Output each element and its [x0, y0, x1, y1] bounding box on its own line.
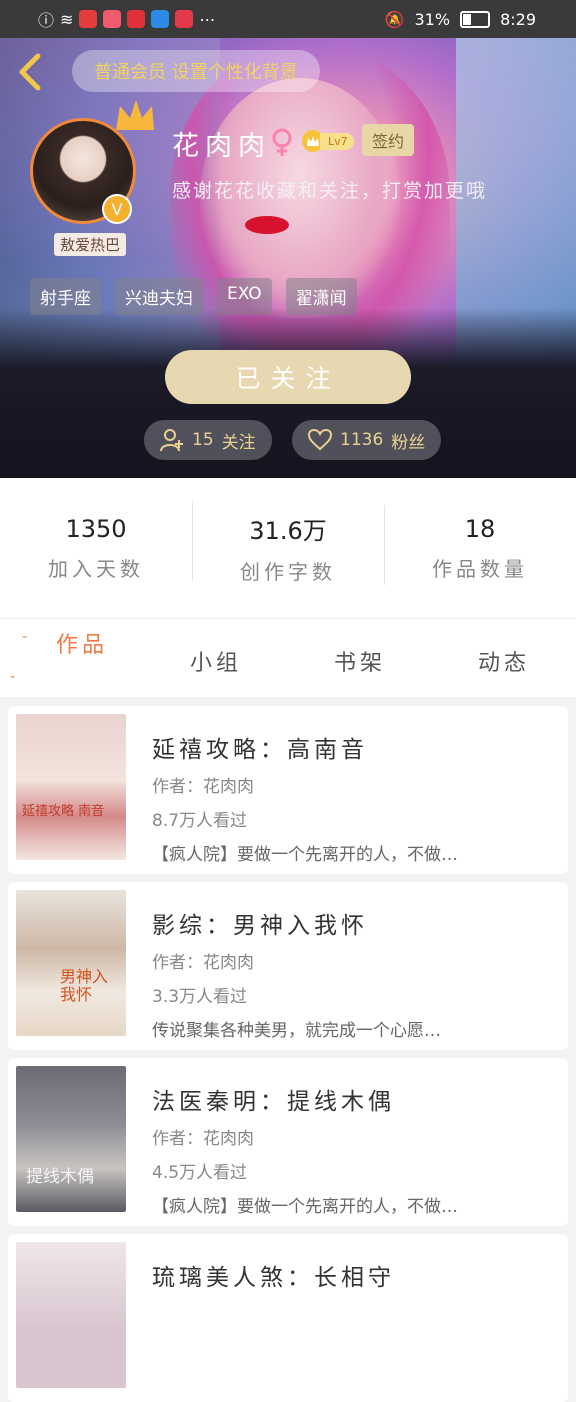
tag[interactable]: EXO [217, 278, 272, 315]
work-views: 4.5万人看过 [152, 1163, 248, 1183]
work-views: 8.7万人看过 [152, 811, 248, 831]
app-notification-icon [151, 10, 170, 28]
crown-icon [116, 100, 154, 130]
set-background-label: 普通会员 设置个性化背景 [94, 62, 298, 83]
app-notification-icon [175, 10, 194, 28]
work-title: 法医秦明：提线木偶 [152, 1089, 395, 1115]
followed-button[interactable]: 已关注 [165, 350, 411, 404]
tag[interactable]: 射手座 [30, 278, 101, 315]
work-title: 影综：男神入我怀 [152, 913, 368, 939]
book-cover: 男神入我怀 [16, 890, 126, 1036]
contract-badge: 签约 [362, 124, 415, 156]
tab-bookshelf[interactable]: 书架 [334, 645, 386, 677]
book-cover [16, 1242, 126, 1388]
stat-works-count: 18 作品数量 [384, 504, 576, 585]
tag[interactable]: 翟潇闻 [285, 278, 357, 315]
active-tab-marker: - [22, 629, 28, 645]
following-count-button[interactable]: 15 关注 [144, 420, 272, 460]
stat-label: 作品数量 [432, 556, 528, 581]
profile-bio: 感谢花花收藏和关注，打赏加更哦 [172, 180, 488, 202]
stats-row: 1350 加入天数 31.6万 创作字数 18 作品数量 [0, 478, 576, 618]
book-cover: 延禧攻略 南音 [16, 714, 126, 860]
heart-icon [308, 429, 332, 451]
stat-value: 31.6万 [249, 517, 327, 545]
book-cover: 提线木偶 [16, 1066, 126, 1212]
app-notification-icon [79, 10, 98, 28]
more-icon: ⋯ [199, 9, 216, 29]
alert-icon: ⓘ [38, 11, 55, 30]
tag[interactable]: 兴迪夫妇 [115, 278, 203, 315]
active-tab-marker: - [10, 669, 16, 685]
work-description: 【疯人院】要做一个先离开的人，不做… [152, 1197, 458, 1217]
avatar-caption: 敖爱热巴 [54, 233, 127, 256]
battery-icon [460, 10, 491, 28]
work-card[interactable]: 琉璃美人煞：长相守 [8, 1234, 568, 1402]
work-description: 传说聚集各种美男，就完成一个心愿… [152, 1021, 441, 1041]
app-notification-icon [103, 10, 122, 28]
clock: 8:29 [500, 9, 536, 29]
fans-count-button[interactable]: 1136 粉丝 [292, 420, 442, 460]
following-count: 15 [192, 430, 214, 450]
level-badge: Lv7 [302, 130, 354, 152]
stat-word-count: 31.6万 创作字数 [192, 501, 384, 585]
work-card[interactable]: 延禧攻略 南音 延禧攻略：高南音 作者：花肉肉 8.7万人看过 【疯人院】要做一… [8, 706, 568, 874]
work-title: 延禧攻略：高南音 [152, 737, 368, 763]
following-label: 关注 [221, 432, 256, 453]
wifi-icon: ≋ [60, 9, 74, 29]
work-author: 作者：花肉肉 [152, 1129, 254, 1149]
work-author: 作者：花肉肉 [152, 953, 254, 973]
username: 花肉肉 [172, 131, 271, 162]
stat-join-days: 1350 加入天数 [0, 515, 192, 582]
work-views: 3.3万人看过 [152, 987, 248, 1007]
work-title: 琉璃美人煞：长相守 [152, 1265, 395, 1291]
app-notification-icon [127, 10, 146, 28]
female-icon [272, 128, 292, 156]
work-description: 【疯人院】要做一个先离开的人，不做… [152, 845, 458, 865]
stat-label: 加入天数 [48, 556, 144, 581]
mute-icon: 🔕 [384, 9, 405, 29]
tab-activity[interactable]: 动态 [478, 645, 530, 677]
battery-percent: 31% [414, 9, 451, 29]
level-text: Lv7 [320, 132, 354, 150]
set-background-button[interactable]: 普通会员 设置个性化背景 [72, 50, 320, 92]
fans-count: 1136 [340, 430, 384, 450]
tag-list: 射手座 兴迪夫妇 EXO 翟潇闻 [30, 278, 357, 315]
verified-v-icon: V [102, 194, 132, 224]
user-add-icon [160, 429, 183, 452]
tab-bar: - - 作品 小组 书架 动态 [0, 618, 576, 697]
stat-label: 创作字数 [240, 560, 336, 584]
stat-value: 1350 [65, 514, 127, 543]
work-card[interactable]: 提线木偶 法医秦明：提线木偶 作者：花肉肉 4.5万人看过 【疯人院】要做一个先… [8, 1058, 568, 1226]
profile-header-background [0, 38, 576, 478]
stat-value: 18 [464, 514, 496, 543]
fans-label: 粉丝 [391, 432, 426, 453]
back-arrow-icon[interactable] [16, 52, 46, 92]
work-card[interactable]: 男神入我怀 影综：男神入我怀 作者：花肉肉 3.3万人看过 传说聚集各种美男，就… [8, 882, 568, 1050]
work-author: 作者：花肉肉 [152, 777, 254, 797]
status-bar: ⓘ ≋ ⋯ 🔕 31% 8:29 [0, 0, 576, 38]
tab-works[interactable]: 作品 [56, 627, 108, 659]
tab-groups[interactable]: 小组 [190, 645, 242, 677]
